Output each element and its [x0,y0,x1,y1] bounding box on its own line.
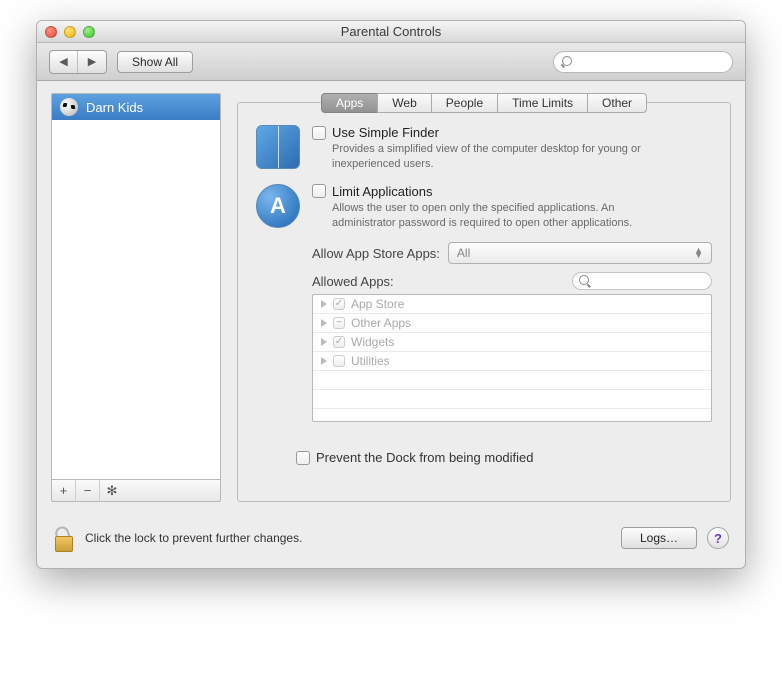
toolbar: ◀ ▶ Show All [37,43,745,81]
apps-panel: Use Simple Finder Provides a simplified … [237,102,731,502]
simple-finder-label: Use Simple Finder [332,125,439,140]
toolbar-search[interactable] [553,51,733,73]
allowed-apps-search[interactable] [572,272,712,290]
allowed-apps-list[interactable]: App Store Other Apps Widgets [312,294,712,422]
disclosure-triangle-icon[interactable] [321,319,327,327]
lock-icon[interactable] [53,524,75,552]
app-name: Widgets [351,335,394,349]
show-all-button[interactable]: Show All [117,51,193,73]
app-row[interactable]: App Store [313,295,711,314]
app-checkbox[interactable] [333,336,345,348]
back-button[interactable]: ◀ [50,51,78,73]
tab-web[interactable]: Web [377,93,431,113]
lock-text: Click the lock to prevent further change… [85,531,611,545]
allow-store-label: Allow App Store Apps: [312,246,440,261]
content: Darn Kids + − ✻ Apps Web People Time Lim… [37,81,745,514]
allow-store-select[interactable]: All ▲▼ [448,242,712,264]
app-row[interactable]: Widgets [313,333,711,352]
sidebar-actions: + − ✻ [51,480,221,502]
select-arrows-icon: ▲▼ [694,248,703,259]
prevent-dock-label: Prevent the Dock from being modified [316,450,534,465]
help-button[interactable]: ? [707,527,729,549]
limit-apps-label: Limit Applications [332,184,432,199]
tab-apps[interactable]: Apps [321,93,378,113]
titlebar: Parental Controls [37,21,745,43]
limit-apps-checkbox[interactable] [312,184,326,198]
app-name: Utilities [351,354,390,368]
prevent-dock-checkbox[interactable] [296,451,310,465]
allow-store-value: All [457,246,470,260]
logs-button[interactable]: Logs… [621,527,697,549]
simple-finder-checkbox[interactable] [312,126,326,140]
tab-other[interactable]: Other [587,93,647,113]
simple-finder-option: Use Simple Finder Provides a simplified … [256,125,712,172]
simple-finder-desc: Provides a simplified view of the comput… [332,142,672,172]
tabs: Apps Web People Time Limits Other [237,93,731,113]
app-checkbox[interactable] [333,317,345,329]
limit-apps-option: Limit Applications Allows the user to op… [256,184,712,231]
allow-store-row: Allow App Store Apps: All ▲▼ [312,242,712,264]
search-icon [579,275,590,287]
finder-icon [256,125,300,169]
allowed-apps-search-input[interactable] [594,275,705,287]
user-list[interactable]: Darn Kids [51,93,221,480]
app-row[interactable]: Utilities [313,352,711,371]
disclosure-triangle-icon[interactable] [321,338,327,346]
app-row-empty [313,371,711,390]
add-user-button[interactable]: + [52,480,76,501]
app-row[interactable]: Other Apps [313,314,711,333]
remove-user-button[interactable]: − [76,480,100,501]
user-settings-button[interactable]: ✻ [100,480,124,501]
minimize-window-button[interactable] [64,26,76,38]
app-checkbox[interactable] [333,298,345,310]
toolbar-search-input[interactable] [569,55,724,69]
window-title: Parental Controls [37,24,745,39]
app-checkbox[interactable] [333,355,345,367]
user-name: Darn Kids [86,100,143,115]
forward-button[interactable]: ▶ [78,51,106,73]
allowed-apps-label: Allowed Apps: [312,274,394,289]
sidebar: Darn Kids + − ✻ [51,93,221,502]
nav-buttons: ◀ ▶ [49,50,107,74]
user-item[interactable]: Darn Kids [52,94,220,120]
appstore-icon [256,184,300,228]
app-name: App Store [351,297,404,311]
tab-time-limits[interactable]: Time Limits [497,93,588,113]
close-window-button[interactable] [45,26,57,38]
disclosure-triangle-icon[interactable] [321,357,327,365]
app-row-empty [313,390,711,409]
disclosure-triangle-icon[interactable] [321,300,327,308]
footer: Click the lock to prevent further change… [37,514,745,568]
preferences-window: Parental Controls ◀ ▶ Show All Darn Kids… [36,20,746,569]
soccer-ball-icon [60,98,78,116]
traffic-lights [37,26,95,38]
allowed-apps-header: Allowed Apps: [312,272,712,290]
search-icon [562,56,564,68]
limit-apps-desc: Allows the user to open only the specifi… [332,201,672,231]
zoom-window-button[interactable] [83,26,95,38]
app-name: Other Apps [351,316,411,330]
prevent-dock-row: Prevent the Dock from being modified [296,450,712,465]
main-panel: Apps Web People Time Limits Other Use Si… [237,93,731,502]
tab-people[interactable]: People [431,93,498,113]
